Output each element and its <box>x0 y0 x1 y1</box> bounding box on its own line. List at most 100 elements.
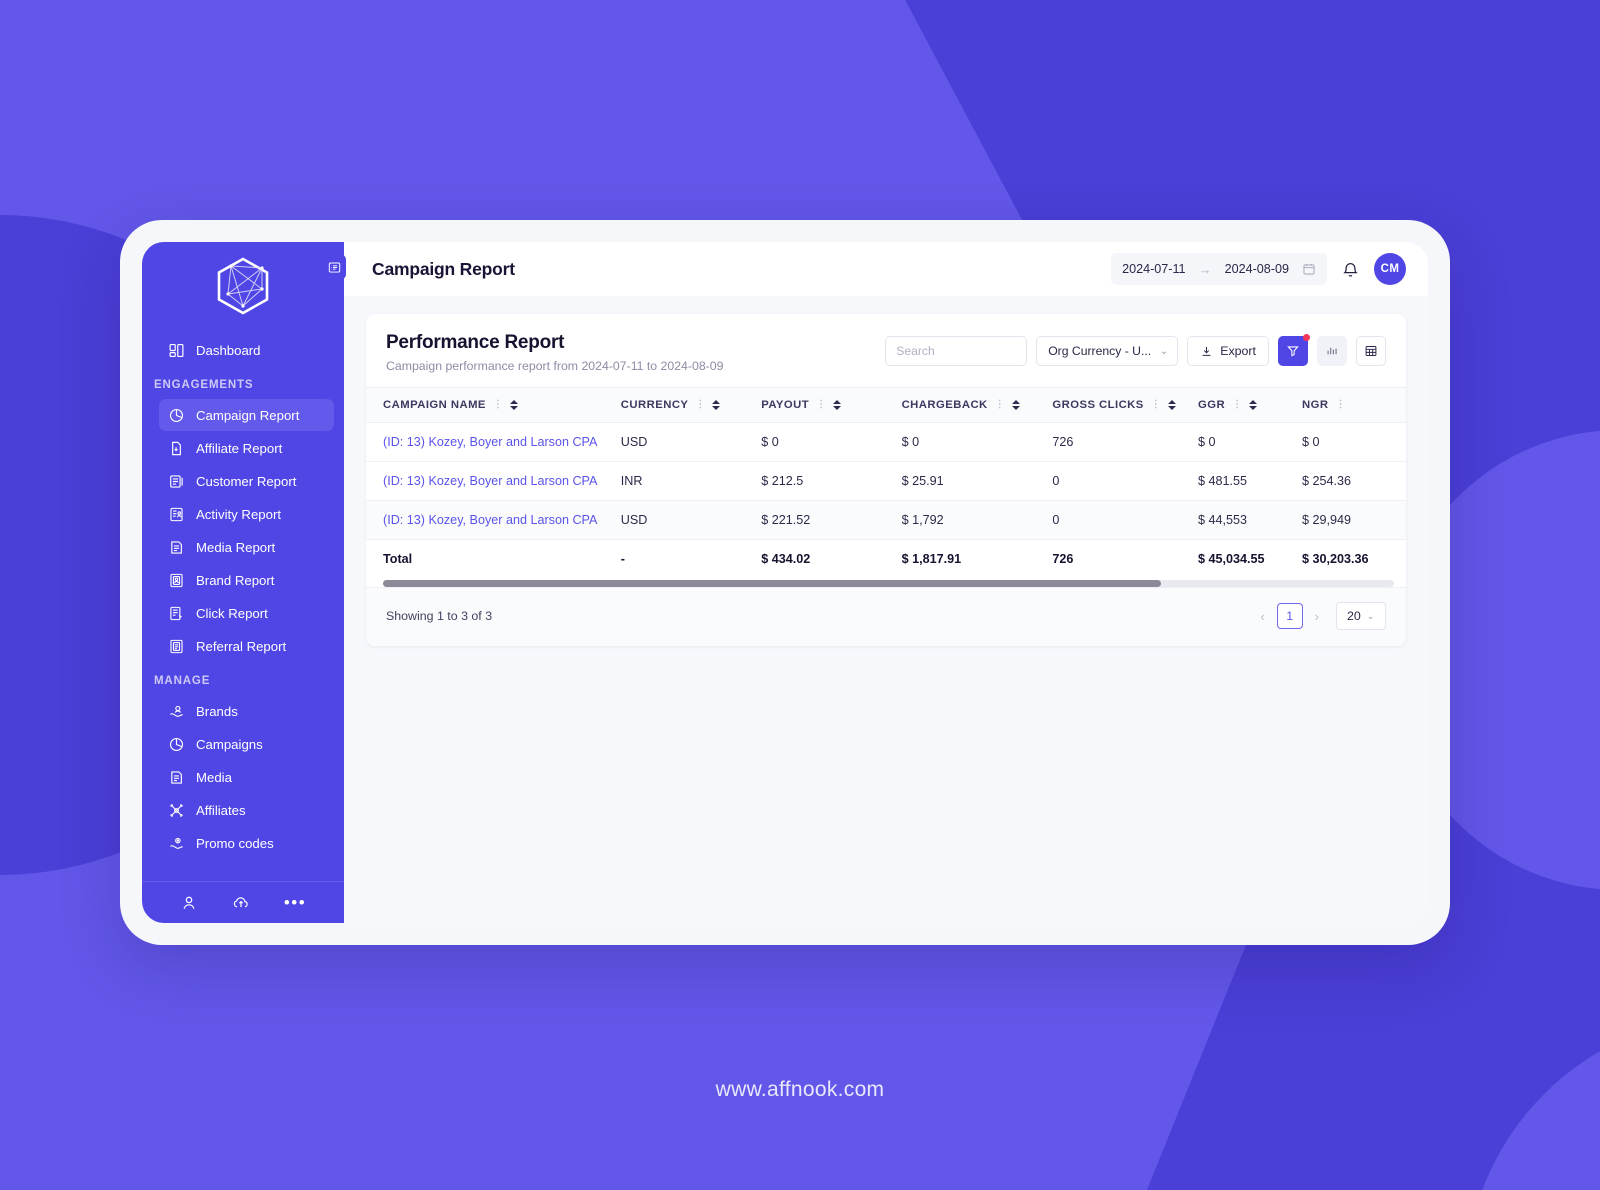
bell-icon[interactable] <box>1341 260 1360 279</box>
cell-gross-clicks: 0 <box>1052 500 1198 540</box>
watermark-text: www.affnook.com <box>715 1078 885 1101</box>
campaign-link[interactable]: (ID: 13) Kozey, Boyer and Larson CPA <box>383 435 597 449</box>
cloud-upload-icon[interactable] <box>232 894 250 912</box>
cell-total-ngr: $ 30,203.36 <box>1301 552 1369 566</box>
campaign-link[interactable]: (ID: 13) Kozey, Boyer and Larson CPA <box>383 474 597 488</box>
avatar[interactable]: CM <box>1374 253 1406 285</box>
performance-report-card: Performance Report Campaign performance … <box>366 314 1406 646</box>
table-footer: Showing 1 to 3 of 3 ‹ 1 › 20 ⌄ <box>366 587 1406 646</box>
sidebar-item-brands[interactable]: Brands <box>159 695 334 727</box>
sidebar-item-label: Customer Report <box>196 473 297 489</box>
col-label: CHARGEBACK <box>901 399 988 411</box>
horizontal-scrollbar[interactable] <box>383 580 1394 587</box>
sort-toggle[interactable] <box>712 400 721 410</box>
sidebar-item-brand-report[interactable]: Brand Report <box>159 564 334 596</box>
col-gross-clicks[interactable]: GROSS CLICKS ⋮ <box>1052 387 1198 423</box>
search-input[interactable] <box>885 336 1028 366</box>
col-chargeback[interactable]: CHARGEBACK ⋮ <box>901 387 1053 423</box>
sidebar-item-dashboard[interactable]: Dashboard <box>159 334 334 366</box>
sidebar-item-campaign-report[interactable]: Campaign Report <box>159 399 334 431</box>
table-row[interactable]: (ID: 13) Kozey, Boyer and Larson CPA USD… <box>366 500 1406 540</box>
table-container: CAMPAIGN NAME ⋮ CURRENCY ⋮ PAYOUT ⋮ CHAR… <box>366 387 1406 587</box>
page-size-select[interactable]: 20 ⌄ <box>1336 602 1386 630</box>
cell-currency: INR <box>620 461 762 501</box>
sidebar-item-label: Media <box>196 769 232 785</box>
currency-select[interactable]: Org Currency - U... ⌄ <box>1036 336 1179 366</box>
prev-page-button[interactable]: ‹ <box>1257 609 1267 624</box>
sidebar-item-campaigns[interactable]: Campaigns <box>159 728 334 760</box>
column-menu-icon[interactable]: ⋮ <box>1232 400 1242 410</box>
page-size-value: 20 <box>1347 609 1361 623</box>
table-total-row: Total - $ 434.02 $ 1,817.91 726 $ 45,034… <box>366 540 1406 579</box>
page-number-1[interactable]: 1 <box>1276 603 1303 629</box>
brand-badge-icon <box>168 572 185 589</box>
sidebar-item-referral-report[interactable]: Referral Report <box>159 630 334 662</box>
hand-user-icon <box>168 703 185 720</box>
sort-toggle[interactable] <box>1249 400 1258 410</box>
sidebar-item-promo-codes[interactable]: Promo codes <box>159 827 334 859</box>
sidebar-item-affiliate-report[interactable]: Affiliate Report <box>159 432 334 464</box>
col-ggr[interactable]: GGR ⋮ <box>1197 387 1302 423</box>
bar-chart-icon <box>1327 347 1337 355</box>
col-ngr[interactable]: NGR ⋮ <box>1301 387 1406 423</box>
chart-view-button[interactable] <box>1317 336 1347 366</box>
table-view-button[interactable] <box>1356 336 1386 366</box>
sidebar-item-click-report[interactable]: Click Report <box>159 597 334 629</box>
sidebar-item-affiliates[interactable]: Affiliates <box>159 794 334 826</box>
page-title: Campaign Report <box>372 258 515 279</box>
click-document-icon <box>168 605 185 622</box>
next-page-button[interactable]: › <box>1312 609 1322 624</box>
date-to: 2024-08-09 <box>1224 262 1289 276</box>
sidebar-item-label: Click Report <box>196 605 268 621</box>
col-currency[interactable]: CURRENCY ⋮ <box>620 387 762 423</box>
column-menu-icon[interactable]: ⋮ <box>493 400 503 410</box>
sidebar-item-media-report[interactable]: Media Report <box>159 531 334 563</box>
showing-count: Showing 1 to 3 of 3 <box>386 609 493 623</box>
logo[interactable] <box>142 242 344 330</box>
col-label: GROSS CLICKS <box>1052 399 1144 411</box>
card-toolbar: Org Currency - U... ⌄ Export <box>885 332 1386 366</box>
cell-total-ggr: $ 45,034.55 <box>1197 552 1265 566</box>
sort-toggle[interactable] <box>509 400 518 410</box>
scrollbar-thumb[interactable] <box>383 580 1162 587</box>
cell-gross-clicks: 0 <box>1052 461 1198 501</box>
cell-total-label: Total <box>383 552 413 566</box>
sort-toggle[interactable] <box>1011 400 1020 410</box>
col-label: NGR <box>1301 399 1329 411</box>
filter-button[interactable] <box>1278 334 1310 366</box>
col-payout[interactable]: PAYOUT ⋮ <box>761 387 902 423</box>
date-range-picker[interactable]: 2024-07-11 → 2024-08-09 <box>1111 253 1327 285</box>
sidebar-item-media[interactable]: Media <box>159 761 334 793</box>
column-menu-icon[interactable]: ⋮ <box>1335 400 1345 410</box>
user-icon[interactable] <box>180 894 198 912</box>
sidebar-footer: ••• <box>142 881 344 923</box>
sidebar-item-label: Promo codes <box>196 835 274 851</box>
media-document-icon <box>168 769 185 786</box>
table-row[interactable]: (ID: 13) Kozey, Boyer and Larson CPA INR… <box>366 461 1406 501</box>
sidebar-toggle-icon[interactable] <box>322 254 346 280</box>
filter-active-badge <box>1303 334 1310 341</box>
sidebar-item-activity-report[interactable]: Activity Report <box>159 498 334 530</box>
bg-shape-blob-bottom-right <box>1465 1015 1600 1190</box>
column-menu-icon[interactable]: ⋮ <box>995 400 1005 410</box>
more-dots-icon[interactable]: ••• <box>284 894 306 911</box>
pagination: ‹ 1 › 20 ⌄ <box>1257 602 1386 630</box>
column-menu-icon[interactable]: ⋮ <box>816 400 826 410</box>
sidebar-item-label: Affiliate Report <box>196 440 283 456</box>
cell-chargeback: $ 1,792 <box>901 500 1053 540</box>
campaign-link[interactable]: (ID: 13) Kozey, Boyer and Larson CPA <box>383 513 597 527</box>
sort-toggle[interactable] <box>833 400 842 410</box>
pie-chart-icon <box>168 407 185 424</box>
export-button[interactable]: Export <box>1187 336 1269 366</box>
col-campaign-name[interactable]: CAMPAIGN NAME ⋮ <box>366 387 621 423</box>
sidebar-item-label: Media Report <box>196 539 276 555</box>
cell-ggr: $ 0 <box>1197 422 1302 462</box>
column-menu-icon[interactable]: ⋮ <box>1151 400 1161 410</box>
sidebar-section-manage: MANAGE <box>154 675 211 687</box>
sort-toggle[interactable] <box>1167 400 1176 410</box>
column-menu-icon[interactable]: ⋮ <box>695 400 705 410</box>
table-row[interactable]: (ID: 13) Kozey, Boyer and Larson CPA USD… <box>366 422 1406 462</box>
sidebar-item-customer-report[interactable]: Customer Report <box>159 465 334 497</box>
report-subtitle: Campaign performance report from 2024-07… <box>386 359 724 373</box>
referral-badge-icon <box>168 638 185 655</box>
